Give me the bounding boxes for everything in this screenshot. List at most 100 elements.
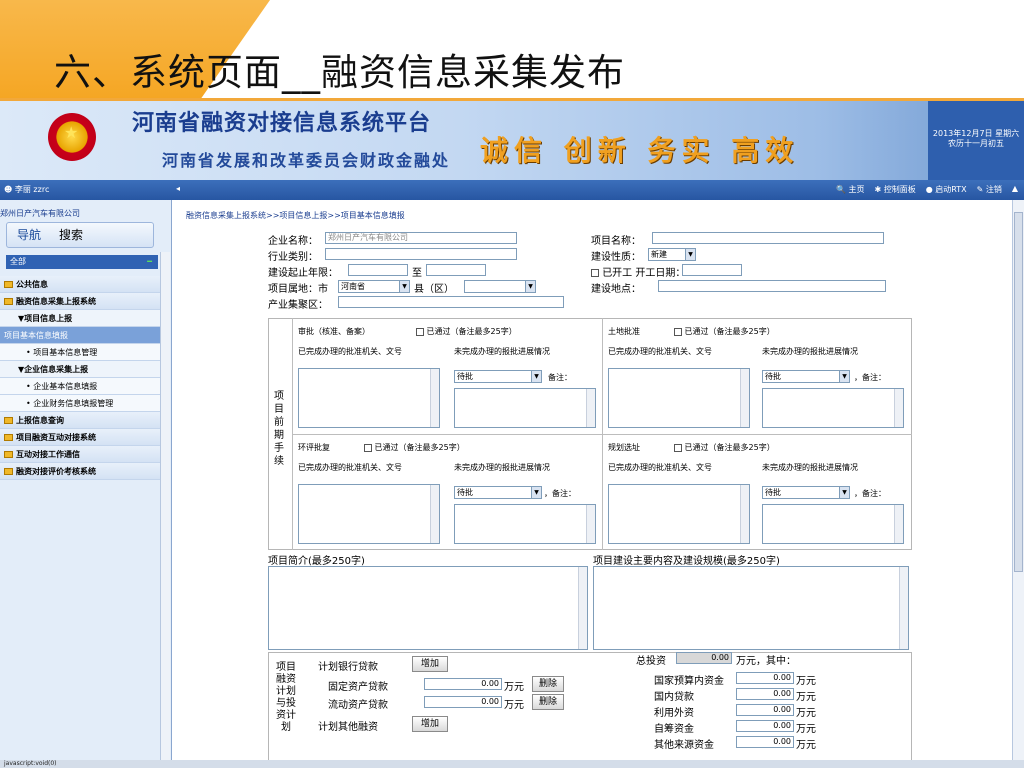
sidebar-item[interactable]: 融资信息采集上报系统 [0,293,160,310]
dropdown-arrow-icon[interactable]: ▼ [525,281,535,292]
land-passed-checkbox[interactable] [674,327,682,336]
land-status-select[interactable]: 待批 ▼ [762,370,850,383]
sidebar-item[interactable]: ▼项目信息上报 [0,310,160,327]
env-done-textarea[interactable] [298,484,440,544]
rtx-label: 启动RTX [935,185,967,194]
textarea-scrollbar[interactable] [586,505,595,543]
dropdown-arrow-icon[interactable]: ▼ [531,487,541,498]
sidebar-item[interactable]: ▼企业信息采集上报 [0,361,160,378]
add-bank-loan-button[interactable]: 增加 [412,656,448,672]
logout-link[interactable]: ✎ 注销 [977,184,1002,195]
textarea-scrollbar[interactable] [899,567,908,649]
land-passed-label[interactable]: 已通过（备注最多25字） [674,326,775,337]
tab-search[interactable]: 搜索 [59,226,83,243]
dropdown-arrow-icon[interactable]: ▼ [839,371,849,382]
sidebar-item-label: 公共信息 [16,279,48,289]
sidebar-item[interactable]: 公共信息 [0,276,160,293]
env-passed-checkbox[interactable] [364,443,372,452]
cluster-field[interactable] [338,296,564,308]
end-year-field[interactable] [426,264,486,276]
started-checkbox-label[interactable]: 已开工 开工日期： [591,264,685,279]
company-field[interactable]: 郑州日产汽车有限公司 [325,232,517,244]
textarea-scrollbar[interactable] [430,369,439,427]
sidebar-item[interactable]: 互动对接工作通信 [0,446,160,463]
national-emblem-icon: ★ [48,113,96,161]
scroll-thumb[interactable] [1014,212,1023,572]
dropdown-arrow-icon[interactable]: ▼ [839,487,849,498]
foreign-field[interactable]: 0.00 [736,704,794,716]
province-select[interactable]: 河南省 ▼ [338,280,410,293]
main-scrollbar[interactable] [1012,200,1024,760]
slide-title: 六、系统页面__融资信息采集发布 [54,51,625,94]
sidebar-scrollbar[interactable] [160,252,170,760]
breadcrumb: 融资信息采集上报系统>>项目信息上报>>项目基本信息填报 [186,211,405,220]
minus-icon[interactable]: ━ [147,255,152,269]
control-panel-link[interactable]: ✱ 控制面板 [874,184,915,195]
plan-passed-label[interactable]: 已通过（备注最多25字） [674,442,775,453]
textarea-scrollbar[interactable] [430,485,439,543]
add-other-finance-button[interactable]: 增加 [412,716,448,732]
collapse-up-icon[interactable]: ▲ [1012,184,1018,195]
env-passed-label[interactable]: 已通过（备注最多25字） [364,442,465,453]
site-field[interactable] [658,280,886,292]
land-done-textarea[interactable] [608,368,750,428]
plan-status-select[interactable]: 待批 ▼ [762,486,850,499]
sidebar-item[interactable]: • 项目基本信息管理 [0,344,160,361]
plan-remark-textarea[interactable] [762,504,904,544]
cluster-label: 产业集聚区： [268,300,328,311]
sidebar-item-label: 融资信息采集上报系统 [16,296,96,306]
project-name-field[interactable] [652,232,884,244]
approval-remark-textarea[interactable] [454,388,596,428]
collapse-arrow-icon[interactable]: ◂ [176,184,180,193]
unit-label: 万元 [796,740,816,751]
textarea-scrollbar[interactable] [586,389,595,427]
approval-passed-checkbox[interactable] [416,327,424,336]
county-select[interactable]: ▼ [464,280,536,293]
sidebar-item[interactable]: • 企业财务信息填报管理 [0,395,160,412]
dropdown-arrow-icon[interactable]: ▼ [685,249,695,260]
textarea-scrollbar[interactable] [740,369,749,427]
approval-status-select[interactable]: 待批 ▼ [454,370,542,383]
budget-field[interactable]: 0.00 [736,672,794,684]
sidebar-item[interactable]: 上报信息查询 [0,412,160,429]
textarea-scrollbar[interactable] [894,505,903,543]
intro-label: 项目简介(最多250字) [268,556,365,567]
plan-passed-checkbox[interactable] [674,443,682,452]
site-label: 建设地点： [591,284,641,295]
dropdown-arrow-icon[interactable]: ▼ [399,281,409,292]
env-remark-textarea[interactable] [454,504,596,544]
textarea-scrollbar[interactable] [894,389,903,427]
started-checkbox[interactable] [591,269,599,277]
sidebar-item[interactable]: 项目融资互动对接系统 [0,429,160,446]
delete-fixed-loan-button[interactable]: 删除 [532,676,564,692]
all-filter[interactable]: 全部 ━ [6,255,158,269]
env-status-select[interactable]: 待批 ▼ [454,486,542,499]
textarea-scrollbar[interactable] [578,567,587,649]
nature-select[interactable]: 新建 ▼ [648,248,696,261]
delete-working-loan-button[interactable]: 删除 [532,694,564,710]
scope-textarea[interactable] [593,566,909,650]
industry-field[interactable] [325,248,517,260]
other-source-field[interactable]: 0.00 [736,736,794,748]
approval-passed-label[interactable]: 已通过（备注最多25字） [416,326,517,337]
textarea-scrollbar[interactable] [740,485,749,543]
self-funding-field[interactable]: 0.00 [736,720,794,732]
dropdown-arrow-icon[interactable]: ▼ [531,371,541,382]
total-label: 总投资 [636,656,666,667]
status-text: javascript:void(0) [4,760,57,767]
approval-done-textarea[interactable] [298,368,440,428]
sidebar-item[interactable]: 项目基本信息填报 [0,327,160,344]
land-remark-textarea[interactable] [762,388,904,428]
plan-done-textarea[interactable] [608,484,750,544]
start-year-field[interactable] [348,264,408,276]
rtx-link[interactable]: ● 启动RTX [926,184,967,195]
home-link[interactable]: 🔍 主页 [836,184,865,195]
intro-textarea[interactable] [268,566,588,650]
domestic-loan-field[interactable]: 0.00 [736,688,794,700]
sidebar-item[interactable]: 融资对接评价考核系统 [0,463,160,480]
working-loan-field[interactable]: 0.00 [424,696,502,708]
fixed-loan-field[interactable]: 0.00 [424,678,502,690]
start-date-field[interactable] [682,264,742,276]
tab-nav[interactable]: 导航 [17,226,41,243]
sidebar-item[interactable]: • 企业基本信息填报 [0,378,160,395]
